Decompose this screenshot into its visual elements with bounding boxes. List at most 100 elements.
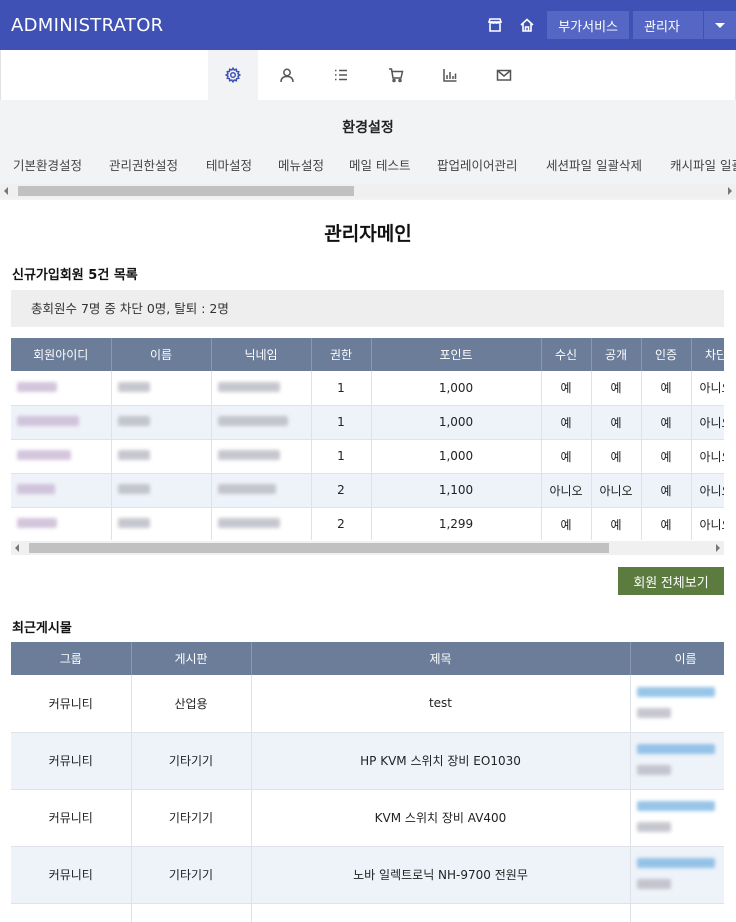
member-block: 아니오	[691, 371, 724, 406]
member-name-redacted	[111, 371, 212, 406]
table-row: 1 1,000 예 예 예 아니오	[11, 439, 724, 474]
member-block: 아니오	[691, 405, 724, 440]
member-point: 1,000	[371, 405, 542, 440]
post-author-redacted	[630, 789, 724, 847]
post-subject[interactable]: KVM 스위치 장비 AV400	[251, 789, 631, 847]
col-nickname[interactable]: 닉네임	[211, 338, 312, 371]
member-open: 예	[591, 405, 642, 440]
table-row: 2 1,299 예 예 예 아니오	[11, 507, 724, 540]
member-open: 예	[591, 439, 642, 474]
scroll-left-icon[interactable]	[15, 544, 19, 552]
submenu-tab-menu[interactable]: 메뉴설정	[278, 155, 324, 173]
member-nick-redacted	[211, 405, 312, 440]
nav-stats[interactable]	[425, 50, 475, 100]
col-level[interactable]: 권한	[311, 338, 372, 371]
user-icon	[280, 68, 294, 83]
col-name[interactable]: 이름	[111, 338, 212, 371]
icon-nav	[0, 50, 736, 100]
table-row: 커뮤니티 기타기기 KVM 스위치 장비 AV400	[11, 789, 724, 847]
member-cert: 예	[641, 507, 692, 540]
col-group[interactable]: 그룹	[11, 642, 132, 675]
col-block[interactable]: 차단	[691, 338, 724, 371]
col-author[interactable]: 이름	[630, 642, 724, 675]
member-cert: 예	[641, 473, 692, 508]
member-id-redacted	[11, 473, 112, 508]
submenu-tab-theme[interactable]: 테마설정	[206, 155, 252, 173]
scroll-left-icon[interactable]	[4, 187, 8, 195]
member-id-redacted	[11, 439, 112, 474]
member-block: 아니오	[691, 507, 724, 540]
nav-mail[interactable]	[479, 50, 529, 100]
nav-members[interactable]	[262, 50, 312, 100]
member-cert: 예	[641, 405, 692, 440]
submenu-tab-mail-test[interactable]: 메일 테스트	[349, 155, 410, 173]
member-table-scrollbar[interactable]	[11, 541, 724, 555]
recent-posts-table: 그룹 게시판 제목 이름 커뮤니티 산업용 test 커뮤니티 기타기기 HP …	[11, 642, 724, 922]
post-board: 기타기기	[131, 732, 252, 790]
member-receive: 예	[541, 371, 592, 406]
member-level: 1	[311, 405, 372, 440]
list-icon	[335, 69, 347, 81]
nav-shop[interactable]	[371, 50, 421, 100]
table-row	[11, 903, 724, 922]
view-all-members-button[interactable]: 회원 전체보기	[618, 567, 724, 595]
post-group: 커뮤니티	[11, 789, 132, 847]
member-point: 1,000	[371, 371, 542, 406]
top-bar: ADMINISTRATOR 부가서비스 관리자	[0, 0, 736, 50]
chevron-down-icon[interactable]	[704, 11, 736, 39]
col-receive[interactable]: 수신	[541, 338, 592, 371]
submenu-tab-session-delete[interactable]: 세션파일 일괄삭제	[546, 155, 642, 173]
store-icon[interactable]	[479, 0, 511, 50]
submenu-tab-cache-delete[interactable]: 캐시파일 일괄삭제	[670, 155, 736, 173]
scroll-right-icon[interactable]	[728, 187, 732, 195]
recent-posts-heading: 최근게시물	[12, 621, 72, 636]
col-subject[interactable]: 제목	[251, 642, 631, 675]
home-icon[interactable]	[511, 0, 543, 50]
col-cert[interactable]: 인증	[641, 338, 692, 371]
post-subject[interactable]: HP KVM 스위치 장비 EO1030	[251, 732, 631, 790]
member-receive: 아니오	[541, 473, 592, 508]
scroll-thumb[interactable]	[18, 186, 354, 196]
table-row: 1 1,000 예 예 예 아니오	[11, 371, 724, 406]
member-block: 아니오	[691, 439, 724, 474]
cart-icon	[389, 68, 404, 83]
post-author-redacted	[630, 732, 724, 790]
col-member-id[interactable]: 회원아이디	[11, 338, 112, 371]
post-subject[interactable]: 노바 일렉트로닉 NH-9700 전원무	[251, 846, 631, 904]
submenu-tab-auth[interactable]: 관리권한설정	[109, 155, 178, 173]
member-point: 1,000	[371, 439, 542, 474]
submenu-tab-basic[interactable]: 기본환경설정	[13, 155, 82, 173]
submenu-scrollbar[interactable]	[0, 184, 736, 198]
member-id-redacted	[11, 371, 112, 406]
gear-icon	[225, 67, 241, 83]
member-nick-redacted	[211, 473, 312, 508]
scroll-thumb[interactable]	[29, 543, 609, 553]
member-cert: 예	[641, 371, 692, 406]
col-board[interactable]: 게시판	[131, 642, 252, 675]
mail-icon	[496, 69, 512, 81]
submenu-title: 환경설정	[342, 120, 394, 136]
submenu-tab-popup[interactable]: 팝업레이어관리	[437, 155, 518, 173]
member-id-redacted	[11, 507, 112, 540]
table-row: 2 1,100 아니오 아니오 예 아니오	[11, 473, 724, 508]
post-author-redacted	[630, 675, 724, 733]
member-nick-redacted	[211, 439, 312, 474]
post-author-redacted	[630, 846, 724, 904]
member-level: 1	[311, 439, 372, 474]
nav-boards[interactable]	[316, 50, 366, 100]
member-cert: 예	[641, 439, 692, 474]
nav-settings[interactable]	[208, 50, 258, 100]
admin-menu-button[interactable]: 관리자	[633, 11, 703, 39]
top-right-controls: 부가서비스 관리자	[479, 0, 736, 50]
brand-title[interactable]: ADMINISTRATOR	[11, 15, 163, 36]
addon-service-button[interactable]: 부가서비스	[547, 11, 629, 39]
col-point[interactable]: 포인트	[371, 338, 542, 371]
member-open: 예	[591, 507, 642, 540]
col-open[interactable]: 공개	[591, 338, 642, 371]
new-members-table: 회원아이디 이름 닉네임 권한 포인트 수신 공개 인증 차단 1 1,000 …	[11, 338, 724, 540]
post-board-partial	[131, 903, 252, 922]
scroll-right-icon[interactable]	[716, 544, 720, 552]
table-row: 커뮤니티 산업용 test	[11, 675, 724, 733]
post-subject[interactable]: test	[251, 675, 631, 733]
table-row: 커뮤니티 기타기기 HP KVM 스위치 장비 EO1030	[11, 732, 724, 790]
